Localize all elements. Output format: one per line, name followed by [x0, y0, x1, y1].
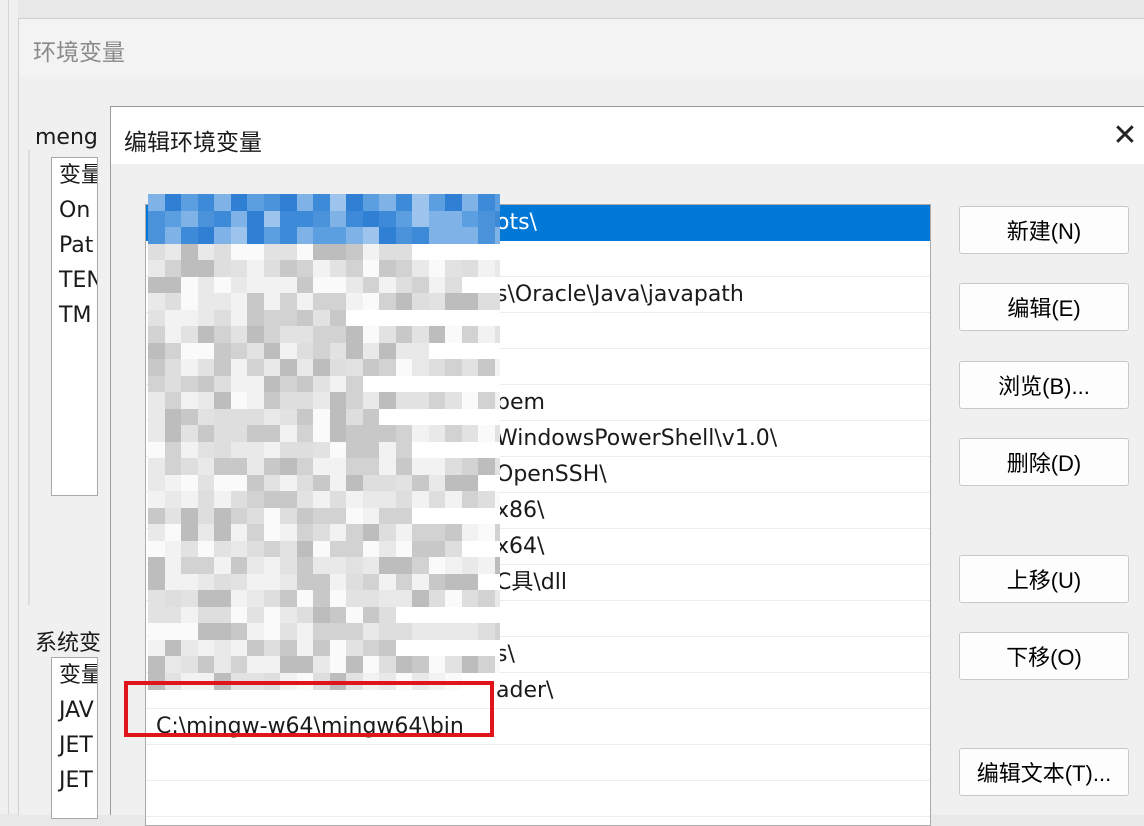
edit-text-button[interactable]: 编辑文本(T)...: [959, 748, 1129, 796]
back-window-title: 环境变量: [33, 40, 125, 66]
pixelated-redaction: [148, 194, 500, 692]
edit-button[interactable]: 编辑(E): [959, 283, 1129, 331]
list-item[interactable]: On: [52, 193, 97, 228]
move-down-button[interactable]: 下移(O): [959, 632, 1129, 680]
dialog-titlebar: 编辑环境变量 ✕: [111, 107, 1144, 164]
list-item[interactable]: JET: [52, 728, 97, 763]
system-variables-group-label: 系统变: [35, 631, 102, 656]
list-header[interactable]: 变量: [52, 658, 97, 693]
list-header[interactable]: 变量: [52, 158, 97, 193]
highlight-box: [124, 681, 494, 737]
user-variables-group-label: meng: [35, 125, 98, 150]
list-item[interactable]: Pat: [52, 228, 97, 263]
browse-button[interactable]: 浏览(B)...: [959, 361, 1129, 409]
dialog-title: 编辑环境变量: [124, 130, 262, 156]
list-item[interactable]: JAV: [52, 693, 97, 728]
user-variables-list[interactable]: 变量 On Pat TEN TM: [51, 157, 98, 496]
new-button[interactable]: 新建(N): [959, 206, 1129, 254]
user-group-border: [28, 150, 30, 605]
list-item[interactable]: TEN: [52, 263, 97, 298]
list-item[interactable]: TM: [52, 298, 97, 333]
path-entry[interactable]: [146, 745, 930, 781]
delete-button[interactable]: 删除(D): [959, 438, 1129, 486]
list-item[interactable]: JET: [52, 763, 97, 798]
close-icon[interactable]: ✕: [1105, 117, 1144, 157]
background-window-edge: [0, 0, 18, 814]
path-entry[interactable]: [146, 781, 930, 817]
system-variables-list[interactable]: 变量 JAV JET JET: [51, 657, 98, 819]
move-up-button[interactable]: 上移(U): [959, 555, 1129, 603]
